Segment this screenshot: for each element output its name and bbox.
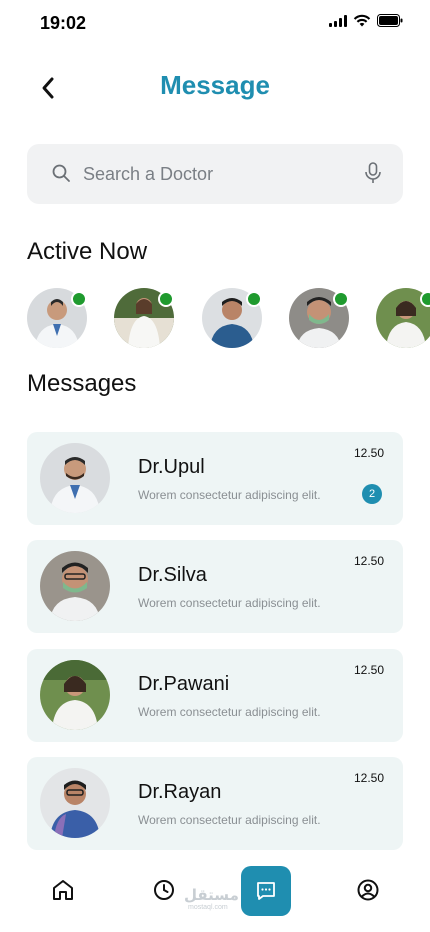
online-status-dot: [71, 291, 87, 307]
message-preview: Worem consectetur adipiscing elit.: [138, 488, 321, 502]
doctor-avatar: [40, 768, 110, 838]
search-input[interactable]: Search a Doctor: [83, 164, 213, 185]
message-time: 12.50: [353, 554, 384, 568]
message-card[interactable]: Dr.Silva Worem consectetur adipiscing el…: [27, 540, 403, 633]
doctor-avatar: [40, 551, 110, 621]
message-preview: Worem consectetur adipiscing elit.: [138, 813, 321, 827]
signal-icon: [329, 14, 347, 27]
message-card[interactable]: Dr.Upul Worem consectetur adipiscing eli…: [27, 432, 403, 525]
wifi-icon: [353, 14, 371, 27]
nav-messages-button[interactable]: [241, 866, 291, 916]
watermark-url: mostaql.com: [188, 904, 228, 911]
watermark: مستقل: [184, 887, 239, 904]
clock-icon[interactable]: [152, 878, 176, 902]
doctor-avatar: [40, 660, 110, 730]
doctor-name: Dr.Upul: [138, 456, 205, 478]
message-time: 12.50: [353, 446, 384, 460]
message-time: 12.50: [353, 663, 384, 677]
battery-icon: [377, 14, 403, 27]
status-time: 19:02: [40, 13, 87, 33]
status-bar: 19:02: [0, 0, 430, 46]
active-now-title: Active Now: [27, 238, 148, 265]
message-preview: Worem consectetur adipiscing elit.: [138, 596, 321, 610]
message-time: 12.50: [353, 771, 384, 785]
home-icon[interactable]: [51, 878, 75, 902]
search-icon: [52, 164, 70, 182]
message-preview: Worem consectetur adipiscing elit.: [138, 705, 321, 719]
chat-icon: [257, 882, 275, 900]
message-card[interactable]: Dr.Pawani Worem consectetur adipiscing e…: [27, 649, 403, 742]
page-title: Message: [160, 70, 270, 100]
online-status-dot: [158, 291, 174, 307]
status-icons: [329, 14, 403, 27]
doctor-name: Dr.Pawani: [138, 673, 230, 695]
online-status-dot: [420, 291, 430, 307]
doctor-name: Dr.Silva: [138, 564, 207, 586]
online-status-dot: [333, 291, 349, 307]
message-card[interactable]: Dr.Rayan Worem consectetur adipiscing el…: [27, 757, 403, 850]
microphone-icon[interactable]: [363, 162, 383, 184]
messages-title: Messages: [27, 370, 137, 397]
unread-badge: 2: [362, 484, 382, 504]
doctor-name: Dr.Rayan: [138, 781, 222, 803]
doctor-avatar: [40, 443, 110, 513]
online-status-dot: [246, 291, 262, 307]
profile-icon[interactable]: [356, 878, 380, 902]
